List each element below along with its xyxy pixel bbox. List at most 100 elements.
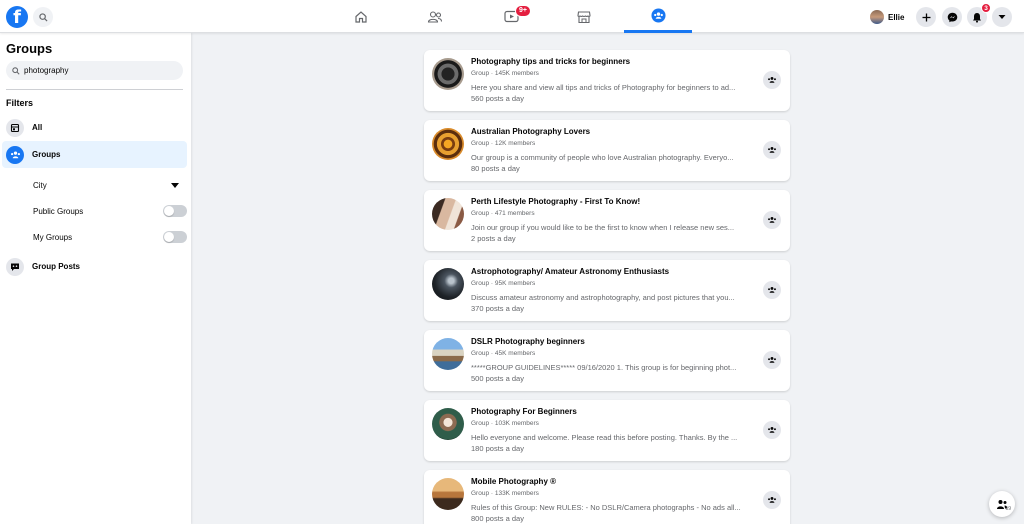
my-groups-label: My Groups [33, 232, 73, 242]
friends-icon [427, 10, 443, 23]
groups-icon [768, 496, 776, 503]
group-avatar [432, 198, 464, 230]
account-menu-button[interactable] [992, 7, 1012, 27]
group-meta: Group · 145K members [471, 70, 539, 77]
group-meta: Group · 45K members [471, 350, 536, 357]
group-result-card[interactable]: Photography For Beginners Group · 103K m… [424, 400, 790, 461]
tab-groups[interactable] [624, 0, 692, 33]
divider [6, 89, 183, 90]
profile-name: Ellie [888, 12, 905, 22]
contacts-count: 19 [1005, 506, 1011, 512]
filter-group-posts[interactable]: Group Posts [2, 253, 187, 280]
group-name: Perth Lifestyle Photography - First To K… [471, 197, 641, 206]
avatar [870, 10, 884, 24]
results-icon [6, 118, 24, 137]
group-meta: Group · 103K members [471, 420, 539, 427]
group-result-card[interactable]: Photography tips and tricks for beginner… [424, 50, 790, 111]
group-name: Photography For Beginners [471, 407, 577, 416]
chevron-down-icon [998, 15, 1006, 19]
group-description: *****GROUP GUIDELINES***** 09/16/2020 1.… [471, 363, 737, 372]
groups-icon [768, 286, 776, 293]
group-name: DSLR Photography beginners [471, 337, 585, 346]
contacts-button[interactable]: 19 [989, 491, 1015, 517]
page-title: Groups [6, 41, 53, 56]
caret-down-icon [171, 182, 179, 188]
join-group-button[interactable] [763, 141, 781, 159]
filter-group-posts-label: Group Posts [32, 262, 81, 271]
messenger-button[interactable] [942, 7, 962, 27]
search-icon [12, 66, 20, 75]
scrollbar[interactable] [1017, 33, 1024, 524]
group-meta: Group · 471 members [471, 210, 535, 217]
group-result-card[interactable]: Australian Photography Lovers Group · 12… [424, 120, 790, 181]
notification-badge: 3 [981, 3, 991, 13]
group-avatar [432, 408, 464, 440]
group-result-card[interactable]: Perth Lifestyle Photography - First To K… [424, 190, 790, 251]
group-result-card[interactable]: DSLR Photography beginners Group · 45K m… [424, 330, 790, 391]
group-avatar [432, 478, 464, 510]
groups-icon [768, 76, 776, 83]
filter-groups[interactable]: Groups [2, 141, 187, 168]
public-groups-filter: Public Groups [33, 202, 187, 220]
search-input[interactable] [24, 66, 174, 75]
tab-watch[interactable]: 9+ [477, 0, 545, 33]
city-label: City [33, 180, 47, 190]
create-button[interactable] [916, 7, 936, 27]
top-navigation-bar: f 9+ Ellie 3 [0, 0, 1024, 33]
group-name: Mobile Photography ® [471, 477, 557, 486]
tab-marketplace[interactable] [550, 0, 618, 33]
group-avatar [432, 128, 464, 160]
groups-icon [768, 426, 776, 433]
group-description: Hello everyone and welcome. Please read … [471, 433, 738, 442]
notifications-button[interactable]: 3 [967, 3, 991, 27]
profile-button[interactable]: Ellie [868, 7, 910, 27]
group-description: Our group is a community of people who l… [471, 153, 734, 162]
city-dropdown[interactable]: City [33, 176, 187, 194]
groups-icon [650, 7, 666, 23]
tab-friends[interactable] [401, 0, 469, 33]
group-meta: Group · 12K members [471, 140, 536, 147]
group-result-card[interactable]: Astrophotography/ Amateur Astronomy Enth… [424, 260, 790, 321]
groups-icon [6, 145, 24, 164]
group-name: Astrophotography/ Amateur Astronomy Enth… [471, 267, 670, 276]
group-activity: 560 posts a day [471, 94, 524, 103]
group-description: Discuss amateur astronomy and astrophoto… [471, 293, 735, 302]
watch-badge: 9+ [515, 5, 531, 17]
search-button[interactable] [33, 7, 53, 27]
join-group-button[interactable] [763, 351, 781, 369]
public-groups-label: Public Groups [33, 206, 84, 216]
group-description: Join our group if you would like to be t… [471, 223, 735, 232]
group-avatar [432, 268, 464, 300]
public-groups-toggle[interactable] [163, 205, 187, 217]
join-group-button[interactable] [763, 71, 781, 89]
tab-home[interactable] [327, 0, 395, 33]
sidebar: Groups Filters All Groups City Public Gr… [0, 33, 191, 524]
filters-heading: Filters [6, 98, 34, 108]
groups-icon [768, 216, 776, 223]
group-activity: 2 posts a day [471, 234, 516, 243]
groups-icon [768, 356, 776, 363]
my-groups-toggle[interactable] [163, 231, 187, 243]
group-description: Rules of this Group: New RULES: - No DSL… [471, 503, 741, 512]
group-description: Here you share and view all tips and tri… [471, 83, 736, 92]
group-activity: 180 posts a day [471, 444, 524, 453]
bell-icon [973, 12, 981, 23]
marketplace-icon [577, 10, 591, 23]
group-result-card[interactable]: Mobile Photography ® Group · 133K member… [424, 470, 790, 524]
join-group-button[interactable] [763, 211, 781, 229]
group-posts-icon [6, 257, 24, 276]
group-name: Australian Photography Lovers [471, 127, 591, 136]
group-meta: Group · 95K members [471, 280, 536, 287]
search-field[interactable] [6, 61, 183, 80]
filter-groups-label: Groups [32, 150, 61, 159]
join-group-button[interactable] [763, 421, 781, 439]
group-name: Photography tips and tricks for beginner… [471, 57, 631, 66]
filter-all[interactable]: All [2, 114, 187, 141]
join-group-button[interactable] [763, 281, 781, 299]
group-activity: 80 posts a day [471, 164, 520, 173]
facebook-logo[interactable]: f [6, 6, 28, 28]
group-activity: 370 posts a day [471, 304, 524, 313]
join-group-button[interactable] [763, 491, 781, 509]
group-activity: 800 posts a day [471, 514, 524, 523]
search-icon [38, 12, 48, 22]
